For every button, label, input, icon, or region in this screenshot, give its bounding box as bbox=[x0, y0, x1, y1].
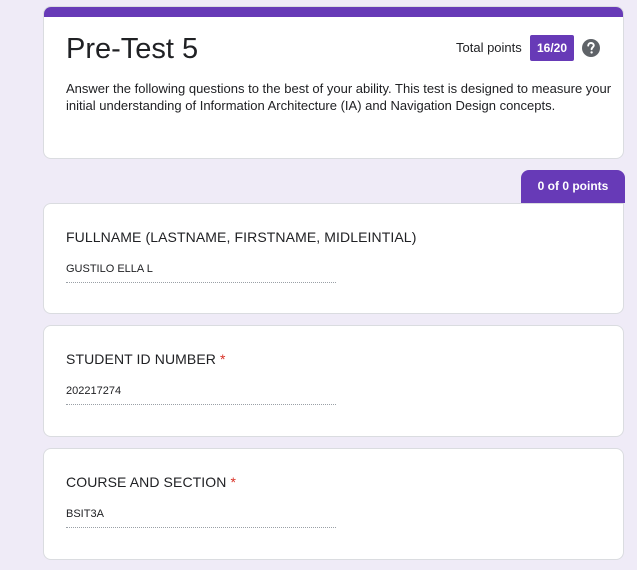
question-card-student-id: STUDENT ID NUMBER * 202217274 bbox=[43, 325, 624, 437]
question-title-text: FULLNAME (LASTNAME, FIRSTNAME, MIDLEINTI… bbox=[66, 229, 417, 245]
score-badge: 16/20 bbox=[530, 35, 574, 61]
section-points-tab: 0 of 0 points bbox=[521, 170, 625, 203]
question-title: COURSE AND SECTION * bbox=[66, 473, 236, 491]
header-accent-strip bbox=[44, 7, 623, 17]
question-title: STUDENT ID NUMBER * bbox=[66, 350, 226, 368]
total-points-label: Total points bbox=[456, 40, 522, 55]
question-title-text: COURSE AND SECTION bbox=[66, 474, 227, 490]
answer-field: GUSTILO ELLA L bbox=[66, 262, 336, 283]
form-header-card: Pre-Test 5 Total points 16/20 Answer the… bbox=[43, 6, 624, 159]
form-description: Answer the following questions to the be… bbox=[66, 81, 612, 113]
required-asterisk: * bbox=[230, 474, 237, 490]
help-circle-icon[interactable] bbox=[581, 38, 601, 58]
question-title: FULLNAME (LASTNAME, FIRSTNAME, MIDLEINTI… bbox=[66, 228, 420, 246]
answer-field: BSIT3A bbox=[66, 507, 336, 528]
form-title: Pre-Test 5 bbox=[66, 33, 199, 65]
question-card-course-section: COURSE AND SECTION * BSIT3A bbox=[43, 448, 624, 560]
question-card-fullname: FULLNAME (LASTNAME, FIRSTNAME, MIDLEINTI… bbox=[43, 203, 624, 314]
required-asterisk: * bbox=[220, 351, 226, 367]
question-title-text: STUDENT ID NUMBER bbox=[66, 351, 217, 367]
answer-field: 202217274 bbox=[66, 384, 336, 405]
